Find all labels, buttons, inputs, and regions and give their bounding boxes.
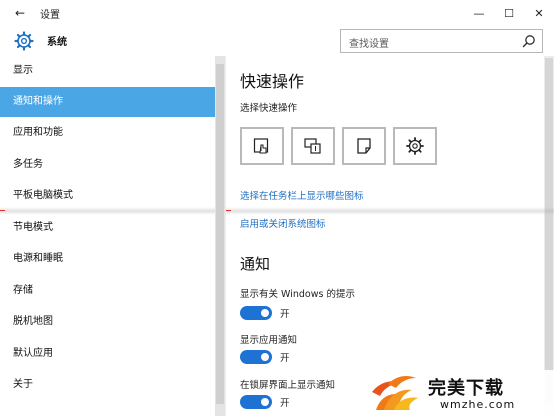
flame-logo-icon	[372, 376, 418, 410]
title-bar: ← 设置 — ☐ ✕	[0, 0, 554, 26]
project-icon	[304, 138, 321, 154]
note-icon	[357, 138, 371, 154]
sidebar-item-label: 节电模式	[13, 222, 53, 233]
sidebar-item-storage[interactable]: 存储	[0, 276, 215, 306]
sidebar-item-multitasking[interactable]: 多任务	[0, 150, 215, 180]
sidebar-item-default-apps[interactable]: 默认应用	[0, 339, 215, 369]
sidebar-item-label: 平板电脑模式	[13, 190, 73, 201]
seam-marker	[0, 210, 5, 211]
search-icon[interactable]	[522, 34, 536, 48]
quick-actions-heading: 快速操作	[240, 72, 305, 91]
content-scrollbar-thumb[interactable]	[545, 58, 553, 403]
close-icon: ✕	[534, 6, 544, 20]
minimize-icon: —	[473, 6, 485, 20]
back-button[interactable]: ←	[0, 0, 40, 26]
sidebar-item-label: 多任务	[13, 159, 43, 170]
maximize-icon: ☐	[504, 6, 514, 20]
lock-screen-notifications-state: 开	[280, 398, 290, 409]
lock-screen-notifications-label: 在锁屏界面上显示通知	[240, 380, 336, 391]
watermark: 完美下载 wmzhe.com	[368, 370, 554, 416]
app-notifications-toggle[interactable]	[240, 350, 272, 364]
taskbar-icons-link[interactable]: 选择在任务栏上显示哪些图标	[240, 188, 364, 202]
window-controls: — ☐ ✕	[464, 0, 554, 26]
back-arrow-icon: ←	[14, 6, 26, 20]
sidebar-scrollbar-thumb[interactable]	[216, 64, 224, 404]
quick-action-note-button[interactable]	[342, 127, 386, 165]
sidebar-item-label: 存储	[13, 285, 33, 296]
quick-actions-subheading: 选择快速操作	[240, 103, 298, 114]
toggle-knob	[261, 309, 269, 317]
windows-tips-toggle[interactable]	[240, 306, 272, 320]
content-scrollbar[interactable]	[544, 56, 554, 416]
seam-artifact	[226, 207, 554, 215]
sidebar-item-offline-maps[interactable]: 脱机地图	[0, 307, 215, 337]
settings-gear-icon	[406, 137, 424, 155]
seam-artifact	[0, 207, 215, 215]
sidebar-item-label: 默认应用	[13, 348, 53, 359]
sidebar-item-display[interactable]: 显示	[0, 56, 215, 86]
tablet-mode-icon	[253, 138, 269, 154]
quick-action-tablet-mode-button[interactable]	[240, 127, 284, 165]
windows-tips-label: 显示有关 Windows 的提示	[240, 289, 355, 300]
page-title: 系统	[47, 37, 67, 48]
sidebar-item-notifications[interactable]: 通知和操作	[0, 87, 215, 117]
quick-action-settings-button[interactable]	[393, 127, 437, 165]
seam-marker	[226, 210, 231, 211]
close-button[interactable]: ✕	[524, 0, 554, 26]
sidebar-scrollbar[interactable]	[215, 56, 225, 416]
system-icons-link[interactable]: 启用或关闭系统图标	[240, 216, 326, 230]
sidebar-item-apps[interactable]: 应用和功能	[0, 118, 215, 148]
gear-icon	[14, 31, 34, 51]
content-pane: 快速操作 选择快速操作 选择在任务栏上显示哪些图标 启用或关闭系统图标 通知 显…	[226, 56, 544, 416]
minimize-button[interactable]: —	[464, 0, 494, 26]
sidebar-item-label: 应用和功能	[13, 127, 63, 138]
sidebar-item-label: 显示	[13, 65, 33, 76]
sidebar-item-about[interactable]: 关于	[0, 370, 215, 400]
sidebar-item-label: 关于	[13, 379, 33, 390]
app-notifications-label: 显示应用通知	[240, 335, 298, 346]
sidebar-item-label: 电源和睡眠	[13, 253, 63, 264]
sidebar-item-label: 通知和操作	[13, 96, 63, 107]
settings-header: 系统 查找设置	[0, 26, 554, 56]
notifications-heading: 通知	[240, 255, 271, 273]
app-notifications-state: 开	[280, 353, 290, 364]
maximize-button[interactable]: ☐	[494, 0, 524, 26]
window-title: 设置	[40, 9, 60, 21]
quick-action-project-button[interactable]	[291, 127, 335, 165]
sidebar-item-power-sleep[interactable]: 电源和睡眠	[0, 244, 215, 274]
search-placeholder: 查找设置	[349, 39, 389, 50]
search-input[interactable]: 查找设置	[340, 29, 543, 53]
sidebar-item-battery-saver[interactable]: 节电模式	[0, 213, 215, 243]
windows-tips-state: 开	[280, 309, 290, 320]
toggle-knob	[261, 353, 269, 361]
watermark-name: 完美下载	[428, 378, 504, 399]
toggle-knob	[261, 398, 269, 406]
watermark-url: wmzhe.com	[440, 398, 516, 411]
sidebar-item-label: 脱机地图	[13, 316, 53, 327]
lock-screen-notifications-toggle[interactable]	[240, 395, 272, 409]
sidebar: 显示 通知和操作 应用和功能 多任务 平板电脑模式 节电模式 电源和睡眠 存储 …	[0, 56, 215, 416]
